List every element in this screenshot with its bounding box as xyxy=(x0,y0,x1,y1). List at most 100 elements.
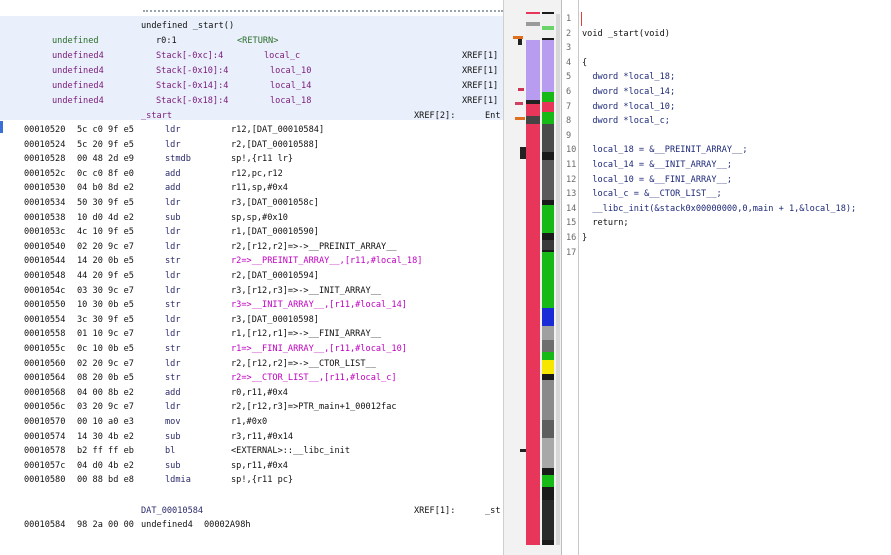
instruction-mnemonic[interactable]: stmdb xyxy=(165,153,191,165)
instruction-address[interactable]: 00010530 xyxy=(24,182,65,194)
instruction-operands[interactable]: r2,[r12,r2]=>->__CTOR_LIST__ xyxy=(231,358,376,370)
instruction-address[interactable]: 00010558 xyxy=(24,328,65,340)
code-line[interactable]: dword *local_c; xyxy=(582,114,670,128)
code-line[interactable]: local_14 = &__INIT_ARRAY__; xyxy=(582,158,732,172)
instruction-operands[interactable]: r2,[r12,r3]=>PTR_main+1_00012fac xyxy=(231,401,397,413)
instruction-address[interactable]: 0001055c xyxy=(24,343,65,355)
instruction-operands[interactable]: r1=>__FINI_ARRAY__,[r11,#local_10] xyxy=(231,343,407,355)
instruction-address[interactable]: 00010544 xyxy=(24,255,65,267)
code-line[interactable]: local_c = &__CTOR_LIST__; xyxy=(582,187,721,201)
instruction-mnemonic[interactable]: add xyxy=(165,168,181,180)
code-line[interactable]: __libc_init(&stack0x00000000,0,main + 1,… xyxy=(582,202,856,216)
code-line[interactable]: } xyxy=(582,231,587,245)
data-address[interactable]: 00010584 xyxy=(24,519,65,531)
instruction-mnemonic[interactable]: sub xyxy=(165,431,181,443)
instruction-mnemonic[interactable]: str xyxy=(165,255,181,267)
local-name[interactable]: local_18 xyxy=(270,95,311,107)
code-line[interactable]: void _start(void) xyxy=(582,27,670,41)
instruction-address[interactable]: 00010574 xyxy=(24,431,65,443)
instruction-address[interactable]: 00010528 xyxy=(24,153,65,165)
instruction-mnemonic[interactable]: add xyxy=(165,182,181,194)
instruction-operands[interactable]: sp!,{r11 lr} xyxy=(231,153,293,165)
instruction-address[interactable]: 00010520 xyxy=(24,124,65,136)
instruction-address[interactable]: 0001054c xyxy=(24,285,65,297)
instruction-address[interactable]: 0001052c xyxy=(24,168,65,180)
instruction-operands[interactable]: sp!,{r11 pc} xyxy=(231,474,293,486)
listing-pane[interactable]: undefined _start() undefined r0:1 <RETUR… xyxy=(0,0,503,555)
instruction-operands[interactable]: r3=>__INIT_ARRAY__,[r11,#local_14] xyxy=(231,299,407,311)
instruction-mnemonic[interactable]: sub xyxy=(165,212,181,224)
instruction-mnemonic[interactable]: sub xyxy=(165,460,181,472)
instruction-operands[interactable]: r2,[DAT_00010588] xyxy=(231,139,319,151)
instruction-address[interactable]: 00010550 xyxy=(24,299,65,311)
instruction-mnemonic[interactable]: bl xyxy=(165,445,175,457)
instruction-operands[interactable]: r3,[DAT_00010598] xyxy=(231,314,319,326)
instruction-mnemonic[interactable]: ldr xyxy=(165,314,181,326)
overview-scroll-track[interactable] xyxy=(556,14,560,545)
instruction-operands[interactable]: r11,sp,#0x4 xyxy=(231,182,288,194)
instruction-address[interactable]: 00010538 xyxy=(24,212,65,224)
instruction-operands[interactable]: r1,[DAT_00010590] xyxy=(231,226,319,238)
instruction-address[interactable]: 00010524 xyxy=(24,139,65,151)
local-xref[interactable]: XREF[1] xyxy=(462,95,498,107)
local-xref[interactable]: XREF[1] xyxy=(462,80,498,92)
instruction-address[interactable]: 00010568 xyxy=(24,387,65,399)
instruction-mnemonic[interactable]: add xyxy=(165,387,181,399)
code-line[interactable]: local_18 = &__PREINIT_ARRAY__; xyxy=(582,143,747,157)
instruction-address[interactable]: 00010580 xyxy=(24,474,65,486)
instruction-address[interactable]: 00010548 xyxy=(24,270,65,282)
instruction-address[interactable]: 0001053c xyxy=(24,226,65,238)
overview-sidebar[interactable] xyxy=(503,0,562,555)
instruction-operands[interactable]: r2,[DAT_00010594] xyxy=(231,270,319,282)
instruction-address[interactable]: 00010564 xyxy=(24,372,65,384)
code-line[interactable]: dword *local_10; xyxy=(582,100,675,114)
code-line[interactable]: return; xyxy=(582,216,628,230)
local-name[interactable]: local_c xyxy=(264,50,300,62)
instruction-operands[interactable]: r2=>__PREINIT_ARRAY__,[r11,#local_18] xyxy=(231,255,422,267)
label-xref[interactable]: XREF[2]: xyxy=(414,110,455,122)
data-label[interactable]: DAT_00010584 xyxy=(141,505,203,517)
instruction-operands[interactable]: <EXTERNAL>::__libc_init xyxy=(231,445,350,457)
instruction-operands[interactable]: r12,pc,r12 xyxy=(231,168,283,180)
instruction-operands[interactable]: r3,[DAT_0001058c] xyxy=(231,197,319,209)
instruction-operands[interactable]: r1,#0x0 xyxy=(231,416,267,428)
code-line[interactable]: dword *local_14; xyxy=(582,85,675,99)
decompiler-pane[interactable]: 1 2 void _start(void) 3 4{5 dword *local_18;… xyxy=(561,0,891,555)
data-xref[interactable]: XREF[1]: xyxy=(414,505,455,517)
instruction-operands[interactable]: r1,[r12,r1]=>->__FINI_ARRAY__ xyxy=(231,328,381,340)
instruction-address[interactable]: 00010554 xyxy=(24,314,65,326)
local-name[interactable]: local_14 xyxy=(270,80,311,92)
code-line[interactable]: local_10 = &__FINI_ARRAY__; xyxy=(582,173,732,187)
instruction-mnemonic[interactable]: ldmia xyxy=(165,474,191,486)
instruction-address[interactable]: 0001056c xyxy=(24,401,65,413)
instruction-operands[interactable]: r12,[DAT_00010584] xyxy=(231,124,324,136)
instruction-operands[interactable]: r3,[r12,r3]=>->__INIT_ARRAY__ xyxy=(231,285,381,297)
local-name[interactable]: local_10 xyxy=(270,65,311,77)
instruction-address[interactable]: 00010560 xyxy=(24,358,65,370)
instruction-mnemonic[interactable]: ldr xyxy=(165,285,181,297)
instruction-operands[interactable]: r2,[r12,r2]=>->__PREINIT_ARRAY__ xyxy=(231,241,397,253)
instruction-operands[interactable]: r3,r11,#0x14 xyxy=(231,431,293,443)
function-signature[interactable]: undefined _start() xyxy=(141,20,234,32)
instruction-address[interactable]: 00010534 xyxy=(24,197,65,209)
instruction-mnemonic[interactable]: str xyxy=(165,299,181,311)
instruction-mnemonic[interactable]: ldr xyxy=(165,197,181,209)
instruction-mnemonic[interactable]: ldr xyxy=(165,358,181,370)
code-line[interactable]: { xyxy=(582,56,587,70)
local-xref[interactable]: XREF[1] xyxy=(462,65,498,77)
instruction-mnemonic[interactable]: str xyxy=(165,343,181,355)
instruction-address[interactable]: 0001057c xyxy=(24,460,65,472)
instruction-mnemonic[interactable]: ldr xyxy=(165,270,181,282)
instruction-mnemonic[interactable]: ldr xyxy=(165,328,181,340)
instruction-mnemonic[interactable]: ldr xyxy=(165,124,181,136)
local-xref[interactable]: XREF[1] xyxy=(462,50,498,62)
instruction-operands[interactable]: r2=>__CTOR_LIST__,[r11,#local_c] xyxy=(231,372,397,384)
instruction-mnemonic[interactable]: ldr xyxy=(165,401,181,413)
code-line[interactable]: dword *local_18; xyxy=(582,70,675,84)
instruction-address[interactable]: 00010578 xyxy=(24,445,65,457)
instruction-operands[interactable]: r0,r11,#0x4 xyxy=(231,387,288,399)
instruction-mnemonic[interactable]: ldr xyxy=(165,241,181,253)
instruction-mnemonic[interactable]: ldr xyxy=(165,226,181,238)
instruction-mnemonic[interactable]: ldr xyxy=(165,139,181,151)
instruction-address[interactable]: 00010570 xyxy=(24,416,65,428)
